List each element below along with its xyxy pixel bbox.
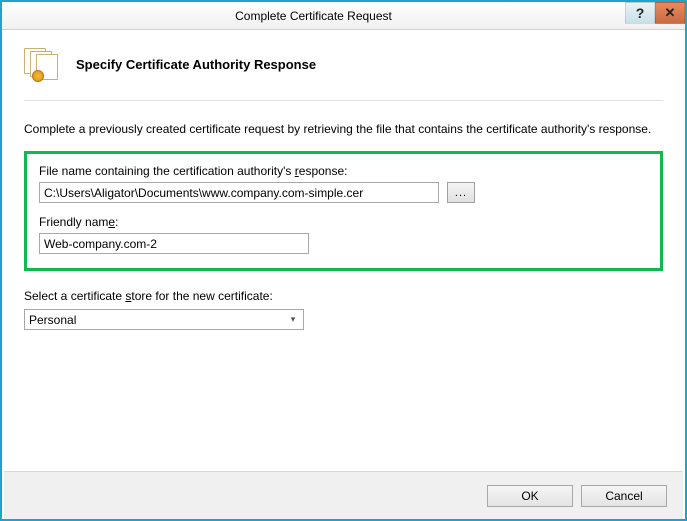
dialog-footer: OK Cancel	[4, 471, 683, 519]
certificate-icon	[24, 48, 60, 80]
file-name-input[interactable]	[39, 182, 439, 203]
description-text: Complete a previously created certificat…	[24, 121, 663, 137]
dialog-header: Specify Certificate Authority Response	[24, 48, 663, 101]
chevron-down-icon: ▾	[285, 314, 301, 325]
dialog-content: Specify Certificate Authority Response C…	[2, 30, 685, 330]
certificate-store-value: Personal	[29, 313, 285, 327]
page-title: Specify Certificate Authority Response	[76, 57, 316, 72]
certificate-store-section: Select a certificate store for the new c…	[24, 289, 663, 330]
titlebar-buttons: ? ✕	[625, 2, 685, 29]
certificate-store-label: Select a certificate store for the new c…	[24, 289, 663, 303]
friendly-name-input[interactable]	[39, 233, 309, 254]
file-name-label: File name containing the certification a…	[39, 164, 648, 178]
certificate-store-select[interactable]: Personal ▾	[24, 309, 304, 330]
titlebar: Complete Certificate Request ? ✕	[2, 2, 685, 30]
cancel-button[interactable]: Cancel	[581, 485, 667, 507]
highlighted-fields: File name containing the certification a…	[24, 151, 663, 271]
friendly-name-label: Friendly name:	[39, 215, 648, 229]
close-button[interactable]: ✕	[655, 2, 685, 24]
help-button[interactable]: ?	[625, 2, 655, 24]
window-title: Complete Certificate Request	[2, 9, 625, 23]
ok-button[interactable]: OK	[487, 485, 573, 507]
browse-button[interactable]: ...	[447, 182, 475, 203]
file-name-row: ...	[39, 182, 648, 203]
